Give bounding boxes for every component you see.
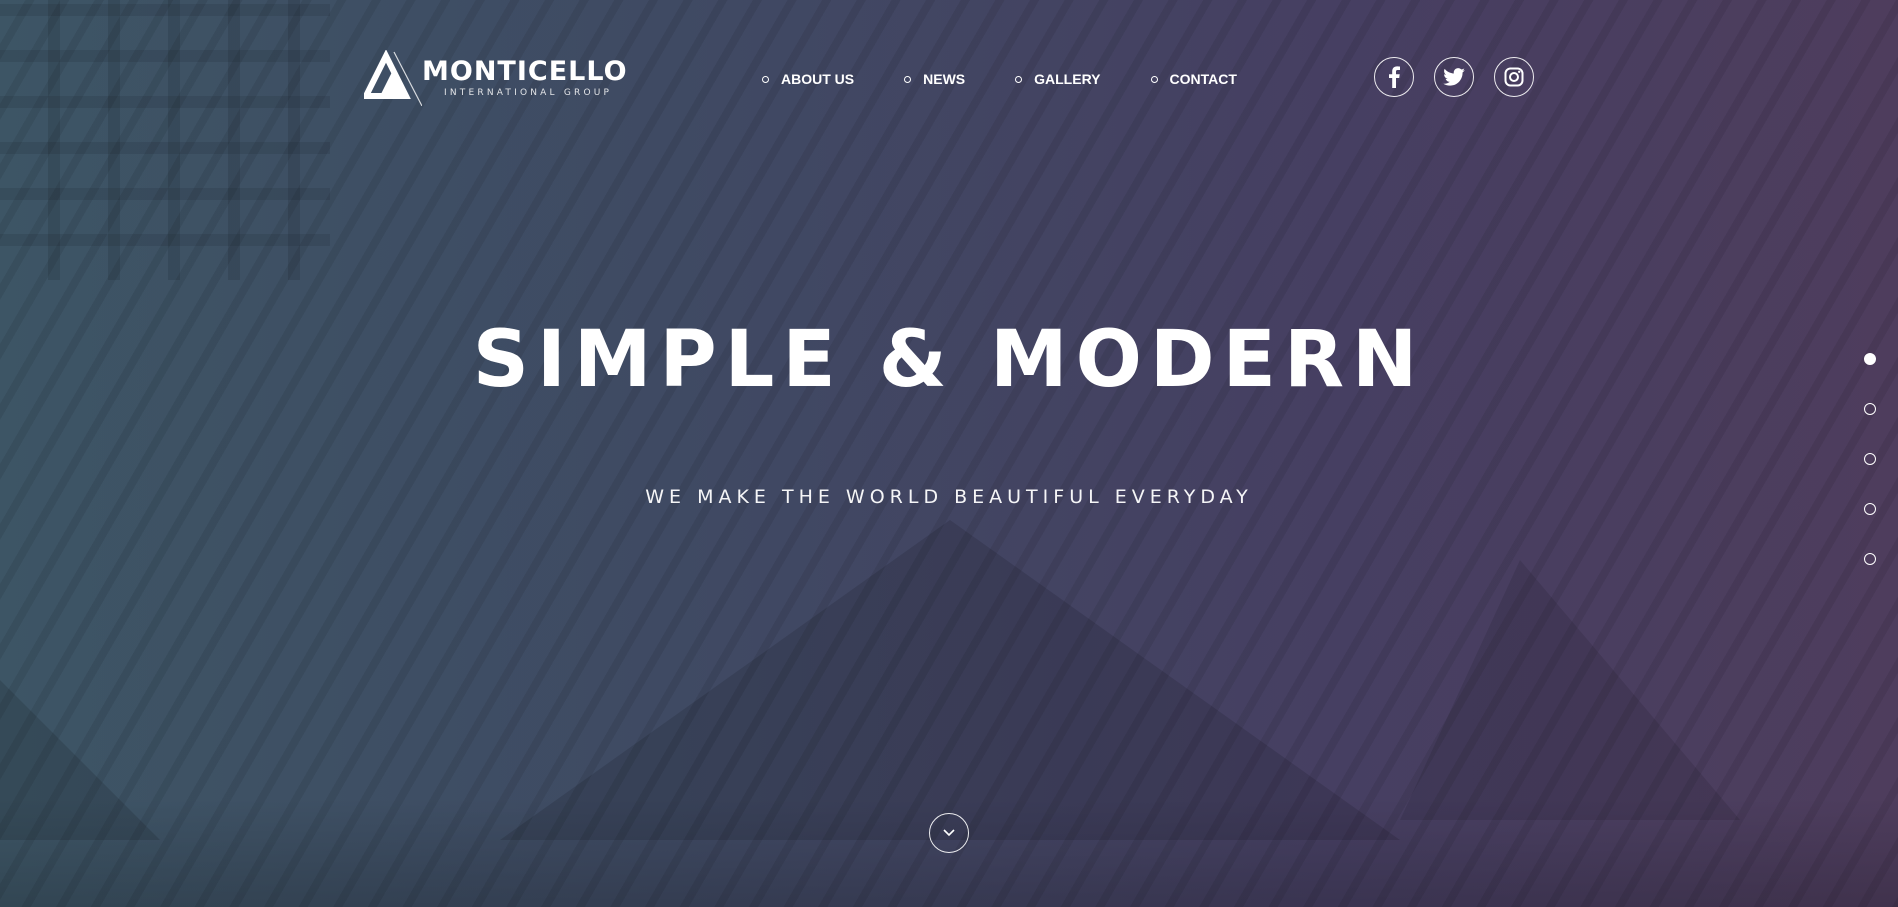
twitter-icon (1443, 68, 1465, 86)
background-image (0, 0, 1898, 907)
hero-title: SIMPLE & MODERN (472, 315, 1426, 405)
brand-name: MONTICELLO (422, 56, 628, 87)
brand-tagline: INTERNATIONAL GROUP (444, 88, 613, 98)
pagination-dot-4[interactable] (1864, 503, 1876, 515)
facebook-button[interactable] (1374, 57, 1414, 97)
main-nav: ABOUT US NEWS GALLERY CONTACT (762, 71, 1287, 87)
pagination-dot-1[interactable] (1864, 353, 1876, 365)
scroll-down-button[interactable] (929, 813, 969, 853)
nav-item-label: GALLERY (1034, 71, 1101, 87)
pagination-dot-3[interactable] (1864, 453, 1876, 465)
nav-item-label: CONTACT (1169, 71, 1237, 87)
brand-logo[interactable]: MONTICELLO INTERNATIONAL GROUP (361, 49, 627, 107)
nav-item-gallery[interactable]: GALLERY (1015, 71, 1101, 87)
twitter-button[interactable] (1434, 57, 1474, 97)
nav-item-news[interactable]: NEWS (904, 71, 965, 87)
hero-subtitle: WE MAKE THE WORLD BEAUTIFUL EVERYDAY (645, 486, 1253, 508)
nav-bullet-icon (904, 75, 912, 83)
nav-item-contact[interactable]: CONTACT (1150, 71, 1237, 87)
instagram-button[interactable] (1494, 57, 1534, 97)
nav-bullet-icon (1150, 75, 1158, 83)
nav-item-label: NEWS (923, 71, 966, 87)
slide-pagination (1864, 353, 1876, 603)
nav-bullet-icon (762, 75, 769, 83)
nav-bullet-icon (1015, 75, 1023, 83)
hero-section: MONTICELLO INTERNATIONAL GROUP ABOUT US … (0, 0, 1898, 907)
facebook-icon (1389, 66, 1400, 88)
logo-mark-icon (361, 49, 423, 107)
instagram-icon (1504, 67, 1524, 87)
nav-item-about-us[interactable]: ABOUT US (762, 71, 854, 87)
pagination-dot-2[interactable] (1864, 403, 1876, 415)
chevron-down-icon (943, 829, 955, 837)
pagination-dot-5[interactable] (1864, 553, 1876, 565)
nav-item-label: ABOUT US (781, 71, 855, 87)
social-links (1374, 57, 1554, 97)
